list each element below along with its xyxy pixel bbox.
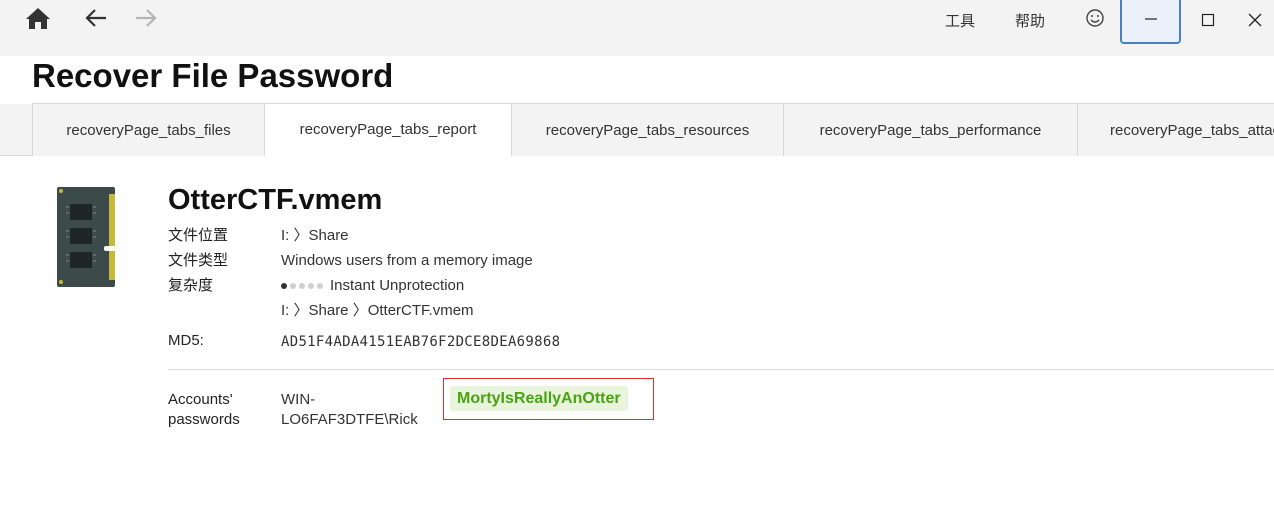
complexity-dot — [290, 283, 296, 290]
file-location-value[interactable]: I: 〉Share — [281, 226, 349, 246]
maximize-icon — [1201, 13, 1215, 32]
minimize-button[interactable] — [1120, 0, 1181, 44]
tab-label: recoveryPage_tabs_files — [66, 121, 231, 139]
complexity-dot — [299, 283, 305, 290]
memory-module-icon — [56, 186, 118, 288]
tab-resources[interactable]: recoveryPage_tabs_resources — [511, 103, 784, 156]
file-location-label: 文件位置 — [168, 227, 229, 244]
complexity-dot — [308, 283, 314, 290]
section-divider — [168, 369, 1274, 370]
recovered-password[interactable]: MortyIsReallyAnOtter — [450, 386, 628, 411]
md5-label: MD5: — [168, 332, 204, 349]
smiley-icon — [1085, 8, 1105, 28]
file-name: OtterCTF.vmem — [168, 184, 383, 216]
arrow-left-icon — [84, 7, 108, 29]
tab-performance[interactable]: recoveryPage_tabs_performance — [783, 103, 1078, 156]
md5-value: AD51F4ADA4151EAB76F2DCE8DEA69868 — [281, 334, 561, 350]
forward-button[interactable] — [132, 4, 160, 32]
file-type-label: 文件类型 — [168, 252, 229, 269]
account-user-line2: LO6FAF3DTFE\Rick — [281, 411, 418, 428]
arrow-right-icon — [134, 7, 158, 29]
tab-files[interactable]: recoveryPage_tabs_files — [32, 103, 265, 156]
home-icon — [25, 6, 51, 30]
complexity-text: Instant Unprotection — [330, 277, 465, 294]
close-icon — [1247, 12, 1263, 33]
accounts-label-line2: passwords — [168, 411, 240, 428]
complexity-value: Instant Unprotection — [281, 276, 464, 296]
accounts-label-line1: Accounts' — [168, 391, 233, 408]
maximize-button[interactable] — [1179, 0, 1237, 44]
close-button[interactable] — [1236, 0, 1274, 44]
file-type-value: Windows users from a memory image — [281, 252, 533, 269]
complexity-label: 复杂度 — [168, 277, 214, 294]
tab-label: recoveryPage_tabs_report — [299, 121, 477, 138]
menu-tools[interactable]: 工具 — [945, 10, 975, 31]
tab-attacks[interactable]: recoveryPage_tabs_attacks — [1077, 103, 1274, 156]
minimize-icon — [1144, 12, 1158, 31]
tab-report[interactable]: recoveryPage_tabs_report — [264, 103, 512, 156]
home-button[interactable] — [24, 4, 52, 32]
menu-help[interactable]: 帮助 — [1015, 10, 1045, 31]
tab-label: recoveryPage_tabs_performance — [819, 121, 1042, 139]
tab-label: recoveryPage_tabs_resources — [545, 121, 750, 139]
page-title: Recover File Password — [32, 57, 394, 94]
back-button[interactable] — [82, 4, 110, 32]
file-path-value[interactable]: I: 〉Share 〉OtterCTF.vmem — [281, 301, 474, 321]
account-user-line1: WIN- — [281, 391, 316, 408]
complexity-dot — [317, 283, 323, 290]
complexity-meter — [281, 283, 323, 290]
complexity-dot — [281, 283, 287, 290]
feedback-button[interactable] — [1081, 4, 1109, 32]
tab-label: recoveryPage_tabs_attacks — [1110, 121, 1274, 139]
